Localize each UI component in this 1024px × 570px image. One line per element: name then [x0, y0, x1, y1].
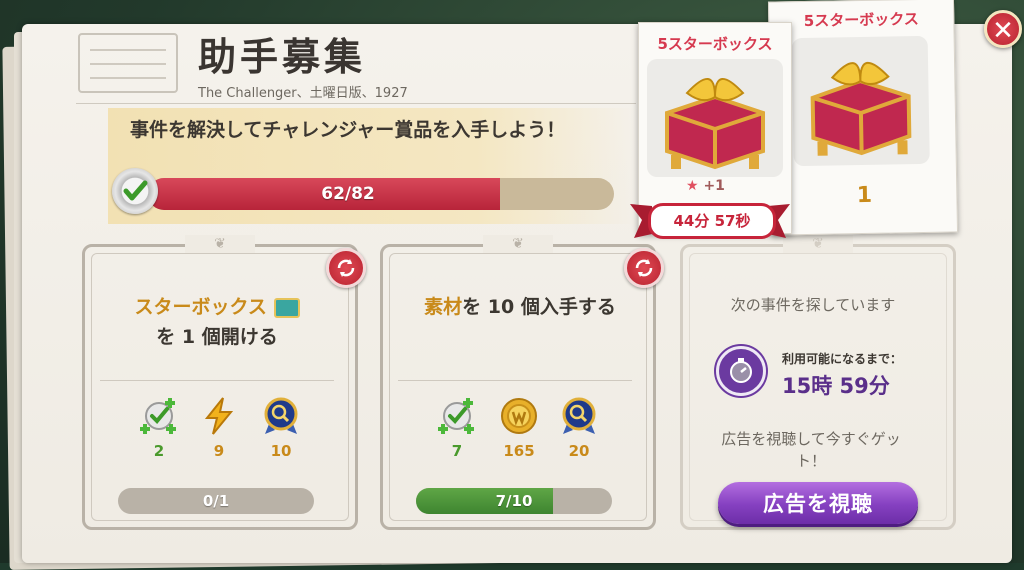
reward-2-1: 7 [432, 396, 482, 460]
searching-status: 次の事件を探しています [730, 296, 896, 314]
star-box-icon [273, 297, 300, 318]
task-title-1: スターボックス を 1 個開ける [92, 292, 342, 352]
objective-progress-label: 62/82 [321, 184, 375, 204]
chest-active-title: 5スターボックス [657, 35, 773, 53]
chest-card-stack[interactable]: 5スターボックス 1 [767, 0, 959, 236]
objective-progress-bar: 62/82 [148, 178, 614, 210]
star-bonus-value: +1 [703, 178, 725, 194]
page-title: 助手募集 [198, 35, 367, 79]
refresh-button-1[interactable] [326, 248, 366, 288]
newspaper-stamp-logo [78, 33, 178, 93]
task-rest-2: を 10 個入手する [462, 296, 616, 318]
reward-1-3: 10 [256, 396, 306, 460]
available-label: 利用可能になるまで： [782, 352, 903, 366]
chest-stack-title: 5スターボックス [803, 10, 919, 31]
reward-value: 2 [153, 442, 165, 460]
masthead-divider [76, 103, 636, 104]
objective-text: 事件を解決してチャレンジャー賞品を入手しよう！ [130, 119, 566, 141]
magnifier-medal-icon [559, 396, 599, 436]
reward-1-1: 2 [134, 396, 184, 460]
ad-hint: 広告を視聴して今すぐゲット！ [721, 430, 901, 470]
reward-value: 7 [451, 442, 463, 460]
task-highlight-2: 素材 [424, 296, 463, 318]
star-icon: ★ [686, 178, 699, 194]
energy-bolt-icon [199, 396, 239, 436]
close-button[interactable]: ✕ [984, 10, 1022, 48]
task-progress-label-2: 7/10 [495, 492, 533, 510]
ornament-icon: ❦ [185, 235, 255, 253]
task-progress-bar-1: 0/1 [118, 488, 314, 514]
task-divider-2 [398, 380, 632, 381]
reward-value: 9 [213, 442, 225, 460]
task-rest-1: を 1 個開ける [156, 326, 278, 348]
chest-stack-count: 1 [856, 182, 873, 209]
reward-value: 20 [568, 442, 590, 460]
task-progress-label-1: 0/1 [202, 492, 230, 510]
reward-2-3: 20 [554, 396, 604, 460]
chest-active-image [647, 59, 783, 177]
ornament-icon: ❦ [483, 235, 553, 253]
task-progress-bar-2: 7/10 [416, 488, 612, 514]
ornament-icon: ❦ [783, 235, 853, 253]
chest-timer: 44分 57秒 [648, 203, 776, 239]
case-check-plus-icon [139, 396, 179, 436]
task-title-2: 素材を 10 個入手する [395, 292, 645, 322]
reward-2-2: 165 [494, 396, 544, 460]
reward-value: 165 [503, 442, 535, 460]
check-medal-icon [112, 168, 158, 214]
reward-1-2: 9 [194, 396, 244, 460]
watch-ad-button[interactable]: 広告を視聴 [718, 482, 918, 524]
available-time: 15時 59分 [782, 374, 890, 398]
reward-value: 10 [270, 442, 292, 460]
case-check-plus-icon [437, 396, 477, 436]
chest-stack-image [791, 35, 930, 167]
task-divider-1 [100, 380, 334, 381]
gold-coin-icon [499, 396, 539, 436]
magnifier-medal-icon [261, 396, 301, 436]
stopwatch-icon [716, 346, 766, 396]
star-bonus: ★ +1 [686, 178, 725, 194]
task-highlight-1: スターボックス [134, 296, 267, 318]
chest-timer-ribbon: 44分 57秒 [630, 200, 790, 240]
page-subtitle: The Challenger、土曜日版、1927 [198, 86, 408, 101]
refresh-button-2[interactable] [624, 248, 664, 288]
